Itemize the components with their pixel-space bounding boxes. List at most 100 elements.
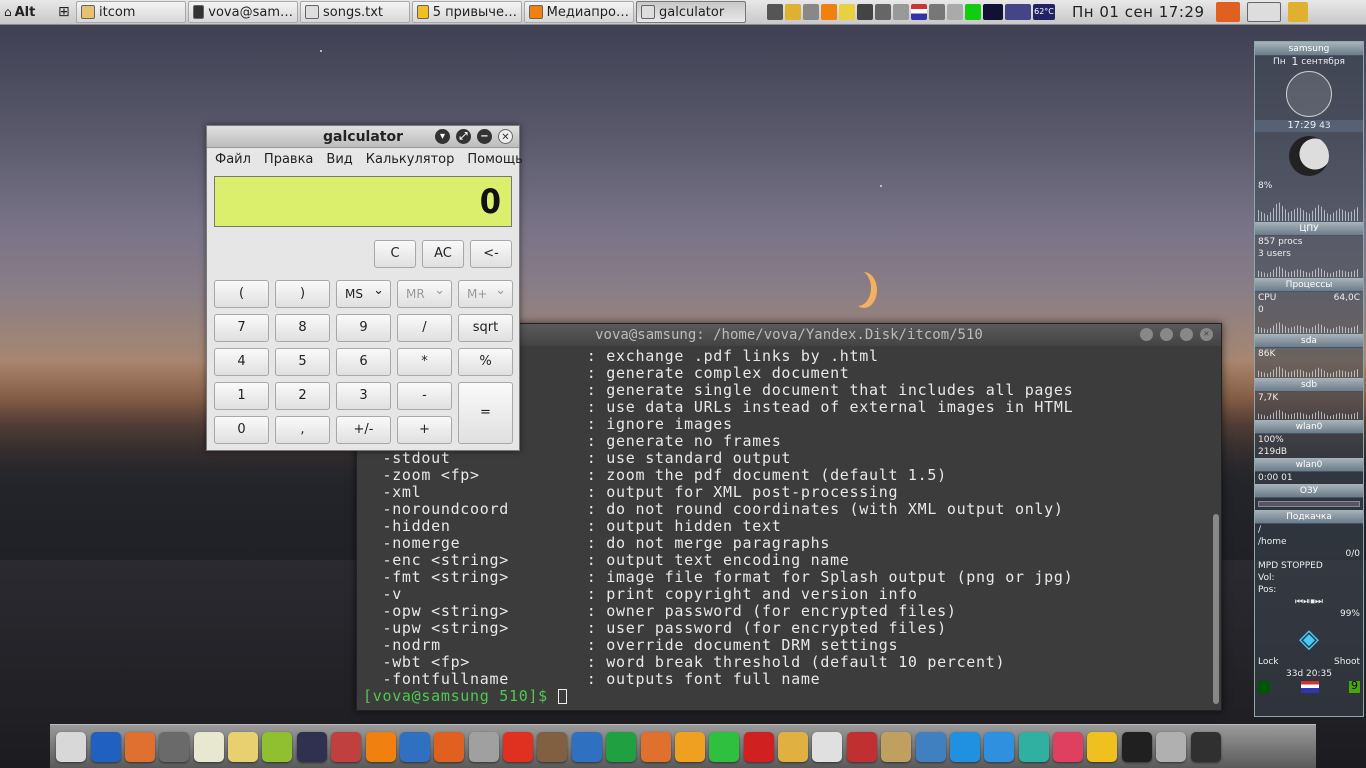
shade-icon[interactable]: ▾: [435, 129, 450, 144]
task-terminal[interactable]: vova@sam…: [188, 1, 298, 23]
dock-reader-icon[interactable]: [778, 731, 809, 762]
us-flag-icon[interactable]: [1300, 681, 1319, 693]
tray-flag-icon[interactable]: [911, 4, 927, 20]
tray-note-icon[interactable]: [839, 4, 855, 20]
tray-net-graph-icon[interactable]: [1005, 4, 1031, 20]
digit-2-button[interactable]: 2: [275, 382, 330, 410]
close-icon[interactable]: ✕: [498, 129, 513, 144]
terminal-close-icon[interactable]: ✕: [1200, 328, 1213, 341]
lparen-button[interactable]: (: [214, 280, 269, 308]
dock-app-icon[interactable]: [56, 731, 87, 762]
dock-files-icon[interactable]: [1156, 731, 1187, 762]
multiply-button[interactable]: *: [397, 348, 452, 376]
tray-shield2-icon[interactable]: [1287, 2, 1308, 22]
digit-8-button[interactable]: 8: [275, 314, 330, 342]
tray-volume-icon[interactable]: [929, 4, 945, 20]
sign-button[interactable]: +/-: [336, 416, 391, 444]
minimize-icon[interactable]: −: [477, 129, 492, 144]
digit-6-button[interactable]: 6: [336, 348, 391, 376]
panel-clock[interactable]: Пн 01 сен 17:29: [1072, 3, 1205, 21]
workspace-number[interactable]: 9: [1349, 680, 1360, 693]
terminal-small-icon[interactable]: [1258, 681, 1270, 693]
shoot-button[interactable]: Shoot: [1334, 657, 1360, 667]
galculator-titlebar[interactable]: galculator ▾ ⤢ − ✕: [207, 126, 519, 148]
dock-kde-icon[interactable]: [399, 731, 430, 762]
dock-pen-icon[interactable]: [262, 731, 293, 762]
tray-vlc-icon[interactable]: [821, 4, 837, 20]
dock-photo-icon[interactable]: [537, 731, 568, 762]
dock-notes-icon[interactable]: [193, 731, 224, 762]
tray-cloud-icon[interactable]: [875, 4, 891, 20]
digit-3-button[interactable]: 3: [336, 382, 391, 410]
terminal-shade-icon[interactable]: [1140, 328, 1153, 341]
digit-4-button[interactable]: 4: [214, 348, 269, 376]
dock-mail-icon[interactable]: [228, 731, 259, 762]
dock-terminal-icon[interactable]: [1190, 731, 1221, 762]
menu-view[interactable]: Вид: [326, 152, 352, 167]
minus-button[interactable]: -: [397, 382, 452, 410]
dock-dictionary-icon[interactable]: [881, 731, 912, 762]
dock-speaker-icon[interactable]: [468, 731, 499, 762]
equals-button[interactable]: =: [458, 382, 513, 444]
dock-calculator-icon[interactable]: [159, 731, 190, 762]
dock-paint-icon[interactable]: [124, 731, 155, 762]
dock-scratch-icon[interactable]: [90, 731, 121, 762]
dock-chat3-icon[interactable]: [1053, 731, 1084, 762]
tray-signal-icon[interactable]: [947, 4, 963, 20]
dock-writer-icon[interactable]: [571, 731, 602, 762]
memory-store-select[interactable]: MS: [336, 278, 391, 308]
tray-shield-icon[interactable]: [785, 4, 801, 20]
lock-button[interactable]: Lock: [1258, 657, 1279, 667]
memory-add-select[interactable]: M+: [458, 278, 513, 308]
digit-9-button[interactable]: 9: [336, 314, 391, 342]
dock-calc-icon[interactable]: [606, 731, 637, 762]
decimal-button[interactable]: ,: [275, 416, 330, 444]
plus-button[interactable]: +: [397, 416, 452, 444]
dock-djvu-icon[interactable]: [503, 731, 534, 762]
dock-chat1-icon[interactable]: [984, 731, 1015, 762]
tray-temperature[interactable]: 62°C: [1033, 4, 1055, 20]
terminal-minimize-icon[interactable]: [1180, 328, 1193, 341]
dock-telegram-icon[interactable]: [949, 731, 980, 762]
menu-file[interactable]: Файл: [215, 152, 251, 167]
dock-settings-icon[interactable]: [1121, 731, 1152, 762]
tray-chess-icon[interactable]: [857, 4, 873, 20]
dock-pencil-icon[interactable]: [743, 731, 774, 762]
maximize-icon[interactable]: ⤢: [456, 129, 471, 144]
sqrt-button[interactable]: sqrt: [458, 314, 513, 342]
galculator-window[interactable]: galculator ▾ ⤢ − ✕ Файл Правка Вид Кальк…: [206, 125, 523, 451]
dock-draw-icon[interactable]: [674, 731, 705, 762]
clear-button[interactable]: C: [374, 240, 416, 268]
tray-screen-icon[interactable]: [767, 4, 783, 20]
all-clear-button[interactable]: AC: [422, 240, 464, 268]
tray-desktop-icon[interactable]: [1246, 2, 1281, 22]
digit-0-button[interactable]: 0: [214, 416, 269, 444]
dock-impress-icon[interactable]: [640, 731, 671, 762]
task-media[interactable]: Медиапро…: [524, 1, 634, 23]
dock-vlc-icon[interactable]: [365, 731, 396, 762]
percent-button[interactable]: %: [458, 348, 513, 376]
task-itcom[interactable]: itcom: [76, 1, 186, 23]
tray-plane-icon[interactable]: [893, 4, 909, 20]
tray-firefox-icon[interactable]: [1215, 2, 1240, 22]
menu-help[interactable]: Помощь: [467, 152, 522, 167]
tray-mem-graph-icon[interactable]: [983, 4, 1003, 20]
dock-backup-icon[interactable]: [331, 731, 362, 762]
digit-7-button[interactable]: 7: [214, 314, 269, 342]
rparen-button[interactable]: ): [275, 280, 330, 308]
divide-button[interactable]: /: [397, 314, 452, 342]
tray-grid-icon[interactable]: [803, 4, 819, 20]
tray-cpu-graph-icon[interactable]: [965, 4, 981, 20]
mpd-controls[interactable]: ⏮⏯⏹⏭: [1255, 596, 1363, 608]
backspace-button[interactable]: <-: [470, 240, 512, 268]
dock-stocks-icon[interactable]: [812, 731, 843, 762]
dock-firefox-icon[interactable]: [434, 731, 465, 762]
digit-5-button[interactable]: 5: [275, 348, 330, 376]
terminal-scrollbar[interactable]: [1213, 514, 1219, 704]
terminal-prompt-line[interactable]: [vova@samsung 510]$: [363, 688, 1209, 705]
menu-edit[interactable]: Правка: [264, 152, 313, 167]
dock-tablet-icon[interactable]: [846, 731, 877, 762]
task-browser[interactable]: 5 привыче…: [412, 1, 522, 23]
app-menu-button[interactable]: ⌂ Alt: [0, 1, 52, 23]
memory-recall-select[interactable]: MR: [397, 278, 452, 308]
